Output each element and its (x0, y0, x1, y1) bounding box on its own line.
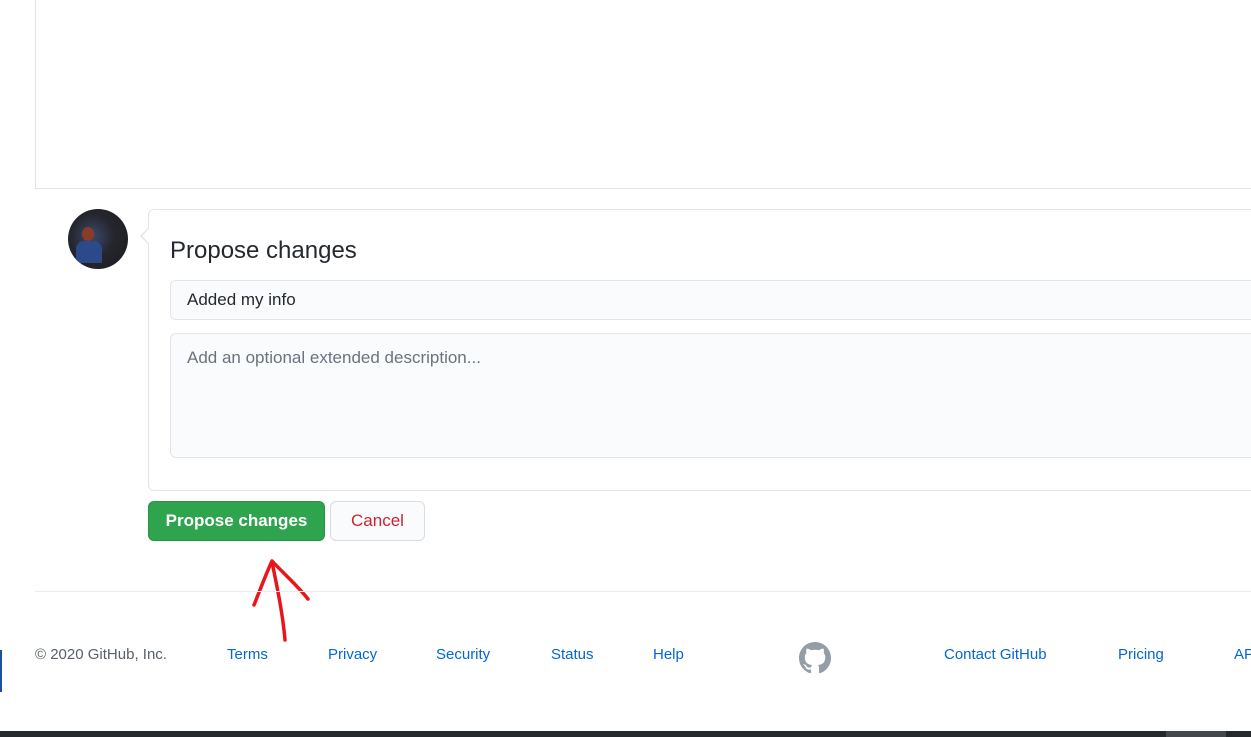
left-edge-fragment (0, 650, 2, 692)
red-arrow-icon (252, 559, 310, 642)
footer-link-status[interactable]: Status (551, 646, 594, 663)
commit-description-textarea[interactable] (170, 333, 1251, 458)
github-mark-icon[interactable] (799, 642, 831, 674)
footer-link-pricing[interactable]: Pricing (1118, 646, 1164, 663)
commit-form: Propose changes (140, 209, 1251, 491)
footer-link-privacy[interactable]: Privacy (328, 646, 377, 663)
file-editor-panel (35, 0, 1251, 189)
site-footer: © 2020 GitHub, Inc. Terms Privacy Securi… (0, 642, 1251, 674)
cancel-button[interactable]: Cancel (330, 501, 425, 541)
footer-link-help[interactable]: Help (653, 646, 684, 663)
footer-copyright: © 2020 GitHub, Inc. (35, 646, 167, 663)
propose-changes-button[interactable]: Propose changes (148, 501, 325, 541)
footer-divider (35, 591, 1251, 592)
footer-link-contact-github[interactable]: Contact GitHub (944, 646, 1047, 663)
footer-link-api[interactable]: API (1234, 646, 1251, 663)
horizontal-scrollbar[interactable] (0, 731, 1251, 737)
footer-link-terms[interactable]: Terms (227, 646, 268, 663)
commit-summary-input[interactable] (170, 280, 1251, 320)
user-avatar[interactable] (68, 209, 128, 269)
commit-form-title: Propose changes (170, 237, 357, 264)
footer-link-security[interactable]: Security (436, 646, 490, 663)
scrollbar-thumb[interactable] (1166, 731, 1226, 737)
